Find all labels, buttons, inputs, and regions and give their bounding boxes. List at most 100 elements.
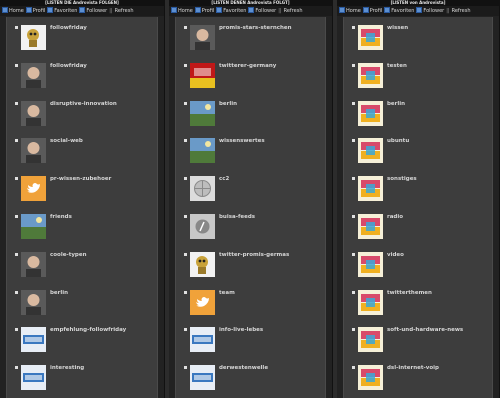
list-item[interactable]: berlin (176, 93, 325, 129)
generic-avatar[interactable] (190, 214, 215, 239)
logo-avatar[interactable] (21, 327, 46, 353)
list-item[interactable]: wissen (344, 17, 492, 53)
list-item[interactable]: testen (344, 55, 492, 91)
list-item-label[interactable]: coole-typen (50, 252, 87, 258)
list-item-label[interactable]: twitterer-germany (219, 63, 276, 69)
list-item-label[interactable]: twitterthemen (387, 290, 432, 296)
list-item-label[interactable]: followfriday (50, 63, 87, 69)
list-item[interactable]: friends (7, 206, 157, 242)
list-item-label[interactable]: soft-und-hardware-news (387, 327, 463, 333)
list-item[interactable]: wissenswertes (176, 130, 325, 166)
list-item[interactable]: ubuntu (344, 130, 492, 166)
nav-refresh-link[interactable]: Refresh (115, 6, 134, 16)
vista-logo-avatar[interactable] (358, 176, 383, 202)
list-item[interactable]: buisa-feeds (176, 206, 325, 242)
vista-logo-avatar[interactable] (358, 138, 383, 164)
twitter-bird-avatar[interactable] (190, 289, 215, 315)
landscape-avatar[interactable] (190, 138, 215, 164)
list-item-label[interactable]: twitter-promis-germas (219, 252, 289, 258)
flag-avatar[interactable] (190, 62, 215, 88)
list-item[interactable]: sonstiges (344, 168, 492, 204)
list-item-label[interactable]: disruptive-innovation (50, 101, 117, 107)
face-avatar[interactable] (21, 62, 46, 88)
nav-profil-link[interactable]: Profil (194, 6, 214, 16)
nav-profil-link[interactable]: Profil (25, 6, 45, 16)
list-item-label[interactable]: ubuntu (387, 138, 409, 144)
list-item[interactable]: interesting (7, 357, 157, 393)
list-item-label[interactable]: cc2 (219, 176, 229, 182)
list-item-label[interactable]: berlin (219, 101, 237, 107)
list-item[interactable]: video (344, 244, 492, 280)
vista-logo-avatar[interactable] (358, 214, 383, 239)
list-item[interactable]: pr-wissen-zubehoer (7, 168, 157, 204)
face-avatar[interactable] (21, 251, 46, 277)
vista-logo-avatar[interactable] (358, 100, 383, 126)
vista-logo-avatar[interactable] (358, 25, 383, 50)
list-item-label[interactable]: social-web (50, 138, 83, 144)
vista-logo-avatar[interactable] (358, 365, 383, 391)
nav-home-link[interactable]: Home (339, 6, 361, 16)
face-avatar[interactable] (21, 138, 46, 164)
list-item[interactable]: followfriday (7, 17, 157, 53)
landscape-avatar[interactable] (190, 100, 215, 126)
list-item[interactable]: twitterer-germany (176, 55, 325, 91)
list-item[interactable]: disruptive-innovation (7, 93, 157, 129)
twitter-bird-avatar[interactable] (21, 176, 46, 202)
nav-follower-link[interactable]: Follower (79, 6, 107, 16)
list-item[interactable]: info-live-lebes (176, 319, 325, 355)
nav-refresh-link[interactable]: Refresh (452, 6, 471, 16)
landscape-avatar[interactable] (21, 214, 46, 239)
list-item-label[interactable]: berlin (387, 101, 405, 107)
nav-favoriten-link[interactable]: Favoriten (47, 6, 77, 16)
list-item-label[interactable]: video (387, 252, 404, 258)
list-item[interactable]: followfriday (7, 55, 157, 91)
nav-refresh-link[interactable]: Refresh (284, 6, 303, 16)
list-item[interactable]: soft-und-hardware-news (344, 319, 492, 355)
list-item[interactable]: empfehlung-followfriday (7, 319, 157, 355)
list-item-label[interactable]: followfriday (50, 25, 87, 31)
list-item[interactable]: derwestenwelle (176, 357, 325, 393)
list-item-label[interactable]: friends (50, 214, 72, 220)
face-avatar[interactable] (21, 289, 46, 315)
list-item-label[interactable]: team (219, 290, 235, 296)
nav-home-link[interactable]: Home (2, 6, 24, 16)
list-item-label[interactable]: interesting (50, 365, 84, 371)
nav-follower-link[interactable]: Follower (416, 6, 444, 16)
list-item-label[interactable]: sonstiges (387, 176, 417, 182)
nav-favoriten-link[interactable]: Favoriten (384, 6, 414, 16)
list-item-label[interactable]: info-live-lebes (219, 327, 263, 333)
list-item[interactable]: radio (344, 206, 492, 242)
vista-logo-avatar[interactable] (358, 289, 383, 315)
logo-avatar[interactable] (190, 327, 215, 353)
list-item[interactable]: berlin (344, 93, 492, 129)
list-item[interactable]: twitterthemen (344, 282, 492, 318)
list-item[interactable]: social-web (7, 130, 157, 166)
list-item-label[interactable]: testen (387, 63, 407, 69)
vista-logo-avatar[interactable] (358, 327, 383, 353)
list-item[interactable]: dsl-internet-voip (344, 357, 492, 393)
globe-avatar[interactable] (190, 176, 215, 202)
robot-avatar[interactable] (190, 251, 215, 277)
list-item-label[interactable]: empfehlung-followfriday (50, 327, 126, 333)
list-item-label[interactable]: berlin (50, 290, 68, 296)
vista-logo-avatar[interactable] (358, 251, 383, 277)
vista-logo-avatar[interactable] (358, 62, 383, 88)
list-item-label[interactable]: radio (387, 214, 403, 220)
robot-avatar[interactable] (21, 25, 46, 50)
list-item-label[interactable]: dsl-internet-voip (387, 365, 439, 371)
list-item-label[interactable]: pr-wissen-zubehoer (50, 176, 111, 182)
list-item[interactable]: twitter-promis-germas (176, 244, 325, 280)
face-avatar[interactable] (21, 100, 46, 126)
nav-profil-link[interactable]: Profil (362, 6, 382, 16)
logo-avatar[interactable] (21, 365, 46, 391)
list-item-label[interactable]: derwestenwelle (219, 365, 268, 371)
list-item-label[interactable]: promis-stars-sternchen (219, 25, 292, 31)
nav-favoriten-link[interactable]: Favoriten (216, 6, 246, 16)
nav-home-link[interactable]: Home (171, 6, 193, 16)
list-item[interactable]: team (176, 282, 325, 318)
list-item[interactable]: cc2 (176, 168, 325, 204)
nav-follower-link[interactable]: Follower (248, 6, 276, 16)
logo-avatar[interactable] (190, 365, 215, 391)
list-item-label[interactable]: buisa-feeds (219, 214, 255, 220)
list-item-label[interactable]: wissenswertes (219, 138, 265, 144)
